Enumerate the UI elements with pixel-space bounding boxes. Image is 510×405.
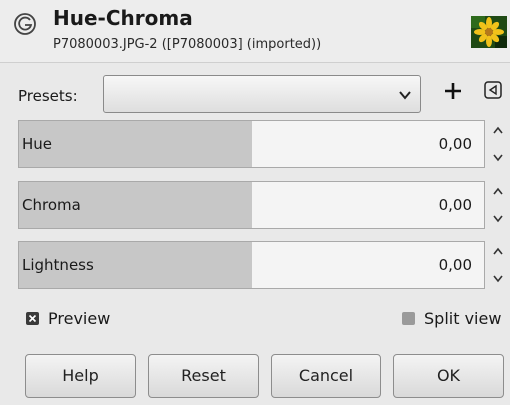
reset-button[interactable]: Reset xyxy=(148,354,259,398)
preview-label: Preview xyxy=(48,309,111,328)
chevron-down-icon[interactable] xyxy=(492,214,504,224)
chroma-slider[interactable]: Chroma 0,00 xyxy=(18,181,485,229)
dialog-header: Hue-Chroma P7080003.JPG-2 ([P7080003] (i… xyxy=(0,0,510,63)
cancel-button[interactable]: Cancel xyxy=(271,354,381,398)
hue-slider-fill xyxy=(19,121,252,167)
chroma-spin-buttons[interactable] xyxy=(489,181,507,229)
split-view-checkbox[interactable]: Split view xyxy=(402,309,510,329)
gimp-wilber-icon xyxy=(14,13,36,35)
hue-slider[interactable]: Hue 0,00 xyxy=(18,120,485,168)
chevron-down-icon[interactable] xyxy=(492,153,504,163)
hue-label: Hue xyxy=(22,135,53,153)
dialog-subtitle: P7080003.JPG-2 ([P7080003] (imported)) xyxy=(53,37,322,52)
checkbox-checked-icon xyxy=(26,312,39,325)
image-thumbnail xyxy=(471,16,507,48)
lightness-label: Lightness xyxy=(22,256,94,274)
triangle-left-icon[interactable] xyxy=(484,81,502,99)
checkbox-unchecked-icon xyxy=(402,312,415,325)
chevron-up-icon[interactable] xyxy=(492,246,504,256)
lightness-value: 0,00 xyxy=(438,256,472,274)
ok-button[interactable]: OK xyxy=(393,354,504,398)
presets-combo[interactable] xyxy=(103,75,421,113)
chroma-label: Chroma xyxy=(22,196,81,214)
hue-value: 0,00 xyxy=(438,135,472,153)
hue-spin-buttons[interactable] xyxy=(489,120,507,168)
split-view-label: Split view xyxy=(424,309,502,328)
lightness-spin-buttons[interactable] xyxy=(489,241,507,289)
help-button[interactable]: Help xyxy=(25,354,136,398)
chevron-up-icon[interactable] xyxy=(492,125,504,135)
plus-icon[interactable] xyxy=(442,80,464,102)
lightness-slider[interactable]: Lightness 0,00 xyxy=(18,241,485,289)
dialog-title: Hue-Chroma xyxy=(53,6,193,30)
chroma-value: 0,00 xyxy=(438,196,472,214)
chevron-down-icon[interactable] xyxy=(492,274,504,284)
presets-label: Presets: xyxy=(18,87,78,105)
chevron-down-icon xyxy=(399,91,411,100)
chevron-up-icon[interactable] xyxy=(492,186,504,196)
preview-checkbox[interactable]: Preview xyxy=(26,309,136,329)
